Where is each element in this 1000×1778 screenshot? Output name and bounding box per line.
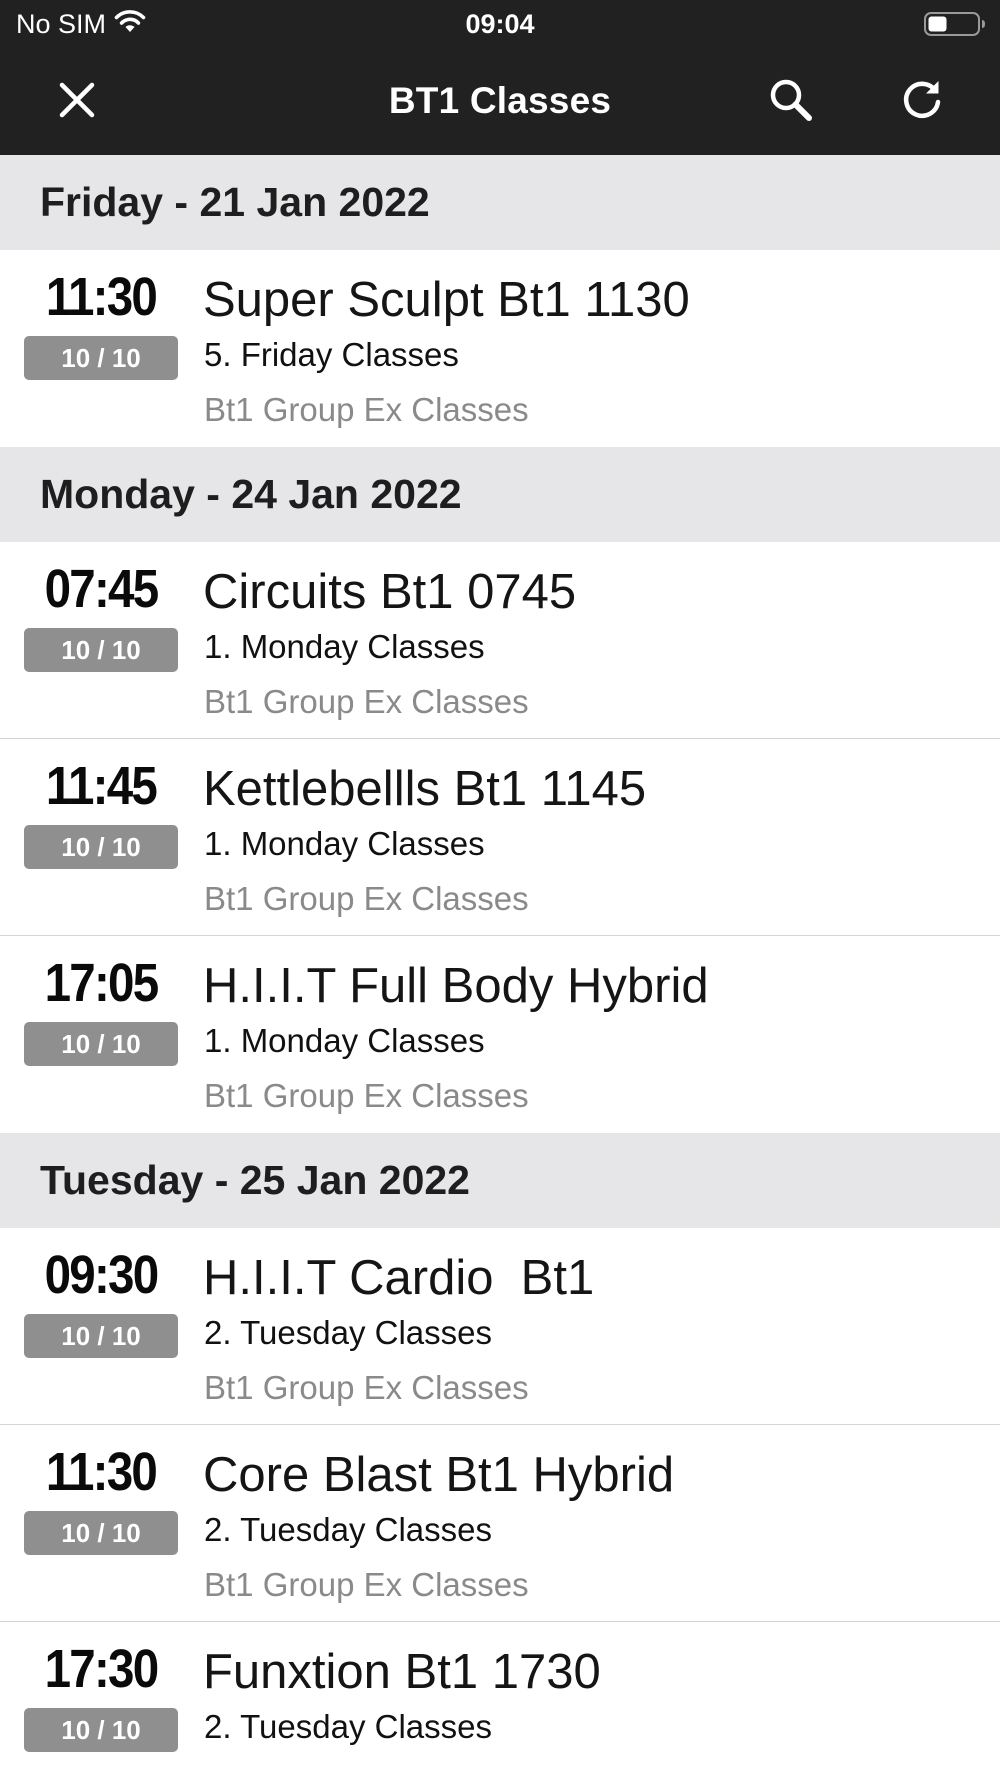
class-list[interactable]: Friday - 21 Jan 2022 11:30 10 / 10 Super… bbox=[0, 155, 1000, 1778]
class-name: Core Blast Bt1 Hybrid bbox=[203, 1448, 675, 1502]
class-time: 07:45 bbox=[44, 559, 160, 619]
class-name: Kettlebellls Bt1 1145 bbox=[203, 762, 647, 816]
class-group: Bt1 Group Ex Classes bbox=[204, 1077, 529, 1114]
class-group: Bt1 Group Ex Classes bbox=[204, 391, 529, 428]
search-icon bbox=[768, 77, 814, 128]
refresh-button[interactable] bbox=[892, 72, 952, 132]
class-list-item[interactable]: 17:05 10 / 10 H.I.I.T Full Body Hybrid 1… bbox=[0, 936, 1000, 1133]
class-list-item[interactable]: 09:30 10 / 10 H.I.I.T Cardio Bt1 2. Tues… bbox=[0, 1228, 1000, 1425]
capacity-badge: 10 / 10 bbox=[24, 1314, 178, 1358]
day-header: Monday - 24 Jan 2022 bbox=[0, 447, 1000, 542]
class-group: Bt1 Group Ex Classes bbox=[204, 1566, 529, 1603]
class-group: Bt1 Group Ex Classes bbox=[204, 1369, 529, 1406]
day-header: Tuesday - 25 Jan 2022 bbox=[0, 1133, 1000, 1228]
refresh-icon bbox=[900, 78, 944, 127]
class-time: 11:30 bbox=[45, 267, 158, 327]
capacity-badge: 10 / 10 bbox=[24, 628, 178, 672]
capacity-badge: 10 / 10 bbox=[24, 1022, 178, 1066]
class-category: 1. Monday Classes bbox=[204, 1022, 485, 1059]
class-list-item[interactable]: 17:30 10 / 10 Funxtion Bt1 1730 2. Tuesd… bbox=[0, 1622, 1000, 1778]
class-name: Funxtion Bt1 1730 bbox=[203, 1645, 601, 1699]
class-list-item[interactable]: 11:45 10 / 10 Kettlebellls Bt1 1145 1. M… bbox=[0, 739, 1000, 936]
class-category: 2. Tuesday Classes bbox=[204, 1314, 492, 1351]
class-list-item[interactable]: 11:30 10 / 10 Super Sculpt Bt1 1130 5. F… bbox=[0, 250, 1000, 447]
top-bar: No SIM 09:04 BT1 Classes bbox=[0, 0, 1000, 155]
class-name: Circuits Bt1 0745 bbox=[203, 565, 577, 619]
battery-icon bbox=[924, 12, 986, 36]
day-header: Friday - 21 Jan 2022 bbox=[0, 155, 1000, 250]
navigation-bar: BT1 Classes bbox=[0, 50, 1000, 155]
capacity-badge: 10 / 10 bbox=[24, 825, 178, 869]
class-group: Bt1 Group Ex Classes bbox=[204, 683, 529, 720]
status-bar: No SIM 09:04 bbox=[0, 0, 1000, 50]
class-time: 17:05 bbox=[44, 953, 160, 1013]
page-title: BT1 Classes bbox=[388, 80, 612, 121]
class-category: 2. Tuesday Classes bbox=[204, 1511, 492, 1548]
class-time: 09:30 bbox=[44, 1245, 160, 1305]
search-button[interactable] bbox=[761, 72, 821, 132]
class-time: 11:30 bbox=[45, 1442, 158, 1502]
class-name: Super Sculpt Bt1 1130 bbox=[203, 273, 690, 327]
class-list-item[interactable]: 07:45 10 / 10 Circuits Bt1 0745 1. Monda… bbox=[0, 542, 1000, 739]
class-category: 2. Tuesday Classes bbox=[204, 1708, 492, 1745]
class-name: H.I.I.T Cardio Bt1 bbox=[203, 1251, 595, 1305]
class-category: 1. Monday Classes bbox=[204, 628, 485, 665]
class-list-item[interactable]: 11:30 10 / 10 Core Blast Bt1 Hybrid 2. T… bbox=[0, 1425, 1000, 1622]
class-category: 1. Monday Classes bbox=[204, 825, 485, 862]
class-name: H.I.I.T Full Body Hybrid bbox=[203, 959, 709, 1013]
status-time: 09:04 bbox=[465, 9, 535, 39]
class-category: 5. Friday Classes bbox=[204, 336, 459, 373]
capacity-badge: 10 / 10 bbox=[24, 336, 178, 380]
capacity-badge: 10 / 10 bbox=[24, 1511, 178, 1555]
class-group: Bt1 Group Ex Classes bbox=[204, 880, 529, 917]
capacity-badge: 10 / 10 bbox=[24, 1708, 178, 1752]
class-time: 11:45 bbox=[45, 756, 158, 816]
class-time: 17:30 bbox=[44, 1639, 160, 1699]
